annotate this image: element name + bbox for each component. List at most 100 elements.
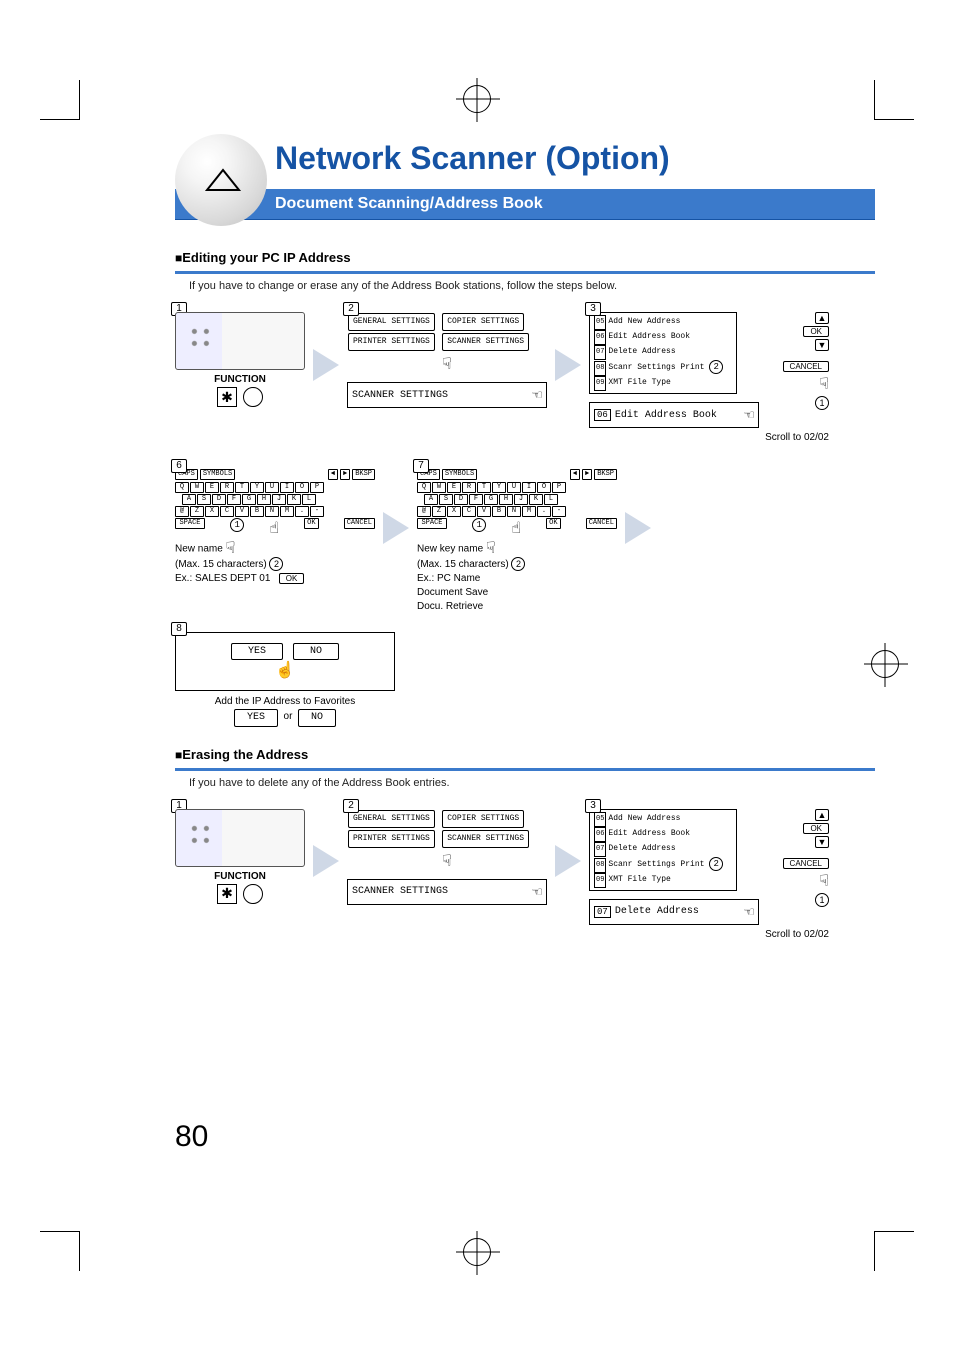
circled-2: 2 xyxy=(511,557,525,571)
step-3b: 3 ▲ OK ▼ CANCEL ☟ 1 05Add New Address 06… xyxy=(589,803,829,940)
circled-1: 1 xyxy=(815,893,829,907)
onscreen-keyboard: CAPS SYMBOLS ◄ ► BKSP QWERTYUIOP ASDFGHJ… xyxy=(175,469,375,538)
space-key: SPACE xyxy=(417,518,447,529)
circled-1: 1 xyxy=(815,396,829,410)
yes-no-panel: YES NO ☝ xyxy=(175,632,395,691)
hand-cursor-icon: ☜ xyxy=(744,902,754,922)
menu-list: 05Add New Address 06Edit Address Book 07… xyxy=(589,809,737,891)
hand-cursor-icon: ☜ xyxy=(532,882,542,902)
scroll-note: Scroll to 02/02 xyxy=(589,432,829,443)
circled-2: 2 xyxy=(269,557,283,571)
step-3: 3 ▲ OK ▼ CANCEL ☟ 1 05Add New Address 06… xyxy=(589,306,829,443)
ok-button: OK xyxy=(279,573,305,584)
down-arrow-icon: ▼ xyxy=(815,836,829,848)
step-number: 7 xyxy=(413,459,429,473)
lcd-button: GENERAL SETTINGS xyxy=(348,810,435,828)
chapter-header: Network Scanner (Option) Document Scanni… xyxy=(175,140,875,220)
crop-mark xyxy=(40,1231,80,1271)
lcd-button: PRINTER SETTINGS xyxy=(348,333,435,351)
register-mark xyxy=(463,1238,491,1266)
step7-notes: New key name ☟ (Max. 15 characters) 2 Ex… xyxy=(417,542,617,614)
space-key: SPACE xyxy=(175,518,205,529)
circled-2: 2 xyxy=(709,857,723,871)
cancel-button: CANCEL xyxy=(783,361,829,372)
left-key: ◄ xyxy=(570,469,580,480)
lcd-button: GENERAL SETTINGS xyxy=(348,313,435,331)
scroll-note: Scroll to 02/02 xyxy=(589,929,829,940)
circled-1: 1 xyxy=(230,518,244,532)
no-button: NO xyxy=(298,709,336,727)
arrow-icon xyxy=(555,349,581,381)
step-1: 1 FUNCTION ✱ xyxy=(175,306,305,443)
step-number: 6 xyxy=(171,459,187,473)
arrow-icon xyxy=(625,512,651,544)
hand-cursor-icon: ☝ xyxy=(269,518,279,538)
step-number: 2 xyxy=(343,302,359,316)
sel-num: 07 xyxy=(594,906,611,918)
ok-button: OK xyxy=(803,326,829,337)
menu-list: 05Add New Address 06Edit Address Book 07… xyxy=(589,312,737,394)
yes-button: YES xyxy=(234,709,278,727)
sel-num: 06 xyxy=(594,409,611,421)
flow-edit-row1: 1 FUNCTION ✱ 2 GENERAL SETTINGS COPIER S… xyxy=(175,306,875,443)
flow-erase: 1 FUNCTION ✱ 2 GENERAL SETTINGS COPIER S… xyxy=(175,803,875,940)
chapter-title: Network Scanner (Option) xyxy=(275,140,875,185)
hand-cursor-icon: ☜ xyxy=(744,405,754,425)
no-button: NO xyxy=(293,643,339,660)
lcd-settings: GENERAL SETTINGS COPIER SETTINGS PRINTER… xyxy=(347,809,547,871)
control-panel-illustration xyxy=(175,809,305,867)
right-key: ► xyxy=(582,469,592,480)
round-key-icon xyxy=(243,884,263,904)
flow-edit-row2: 6 CAPS SYMBOLS ◄ ► BKSP QWERTYUIOP ASDFG… xyxy=(175,463,875,727)
side-controls: ▲ OK ▼ CANCEL ☟ 1 xyxy=(783,312,829,410)
function-label: FUNCTION xyxy=(175,374,305,385)
step-2b: 2 GENERAL SETTINGS COPIER SETTINGS PRINT… xyxy=(347,803,547,940)
lcd-button: SCANNER SETTINGS xyxy=(442,333,529,351)
selection-bar: SCANNER SETTINGS ☜ xyxy=(347,879,547,905)
round-key-icon xyxy=(243,387,263,407)
crop-mark xyxy=(874,1231,914,1271)
arrow-icon xyxy=(383,512,409,544)
section-title-erase: Erasing the Address xyxy=(175,747,875,771)
home-icon xyxy=(203,162,243,202)
step-1b: 1 FUNCTION ✱ xyxy=(175,803,305,940)
side-controls: ▲ OK ▼ CANCEL ☟ 1 xyxy=(783,809,829,907)
lcd-button: SCANNER SETTINGS xyxy=(442,830,529,848)
up-arrow-icon: ▲ xyxy=(815,312,829,324)
ok-button: OK xyxy=(803,823,829,834)
hand-cursor-icon: ☝ xyxy=(275,660,295,680)
page-number: 80 xyxy=(175,1120,208,1154)
ok-key: OK xyxy=(546,518,560,529)
hand-cursor-icon: ☟ xyxy=(819,871,829,891)
symbols-key: SYMBOLS xyxy=(200,469,235,480)
cancel-button: CANCEL xyxy=(783,858,829,869)
cancel-key: CANCEL xyxy=(344,518,375,529)
selection-bar: SCANNER SETTINGS ☜ xyxy=(347,382,547,408)
chapter-subtitle: Document Scanning/Address Book xyxy=(175,189,875,220)
bksp-key: BKSP xyxy=(352,469,375,480)
function-label: FUNCTION xyxy=(175,871,305,882)
crop-mark xyxy=(40,80,80,120)
hand-cursor-icon: ☝ xyxy=(511,518,521,538)
right-key: ► xyxy=(340,469,350,480)
circled-2: 2 xyxy=(709,360,723,374)
step-number: 3 xyxy=(585,799,601,813)
circled-1: 1 xyxy=(472,518,486,532)
hand-cursor-icon: ☟ xyxy=(486,542,496,556)
step8-notes: Add the IP Address to Favorites YES or N… xyxy=(175,695,395,727)
function-icons: ✱ xyxy=(175,387,305,407)
selected-option: SCANNER SETTINGS xyxy=(352,390,448,401)
bksp-key: BKSP xyxy=(594,469,617,480)
section-body-edit: If you have to change or erase any of th… xyxy=(189,280,875,292)
arrow-icon xyxy=(555,845,581,877)
up-arrow-icon: ▲ xyxy=(815,809,829,821)
step-2: 2 GENERAL SETTINGS COPIER SETTINGS PRINT… xyxy=(347,306,547,443)
crop-mark xyxy=(874,80,914,120)
hand-cursor-icon: ☜ xyxy=(532,385,542,405)
section-body-erase: If you have to delete any of the Address… xyxy=(189,777,875,789)
symbols-key: SYMBOLS xyxy=(442,469,477,480)
step-number: 8 xyxy=(171,622,187,636)
step-8: 8 YES NO ☝ Add the IP Address to Favorit… xyxy=(175,626,395,727)
step6-notes: New name ☟ (Max. 15 characters) 2 Ex.: S… xyxy=(175,542,375,586)
arrow-icon xyxy=(313,845,339,877)
